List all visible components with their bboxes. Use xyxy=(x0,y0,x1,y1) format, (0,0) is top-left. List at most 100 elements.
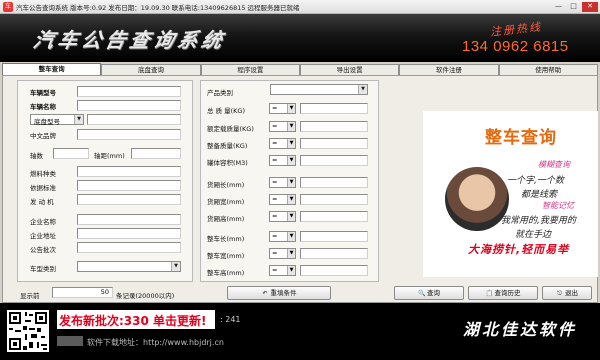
fuel-type-label: 燃料种类 xyxy=(30,170,56,178)
promo-line: 一个字,一个数 xyxy=(507,176,564,186)
chevron-down-icon: ▼ xyxy=(287,249,295,258)
batch-count: : 241 xyxy=(220,315,241,324)
reset-button[interactable]: ↶ 重填条件 xyxy=(227,286,331,300)
operator-value: = xyxy=(272,122,278,130)
close-button[interactable]: ✕ xyxy=(582,2,598,12)
chassis-model-select[interactable]: 底盘型号 ▼ xyxy=(30,114,84,126)
veh-length-operator[interactable]: = ▼ xyxy=(269,231,296,242)
veh-height-operator[interactable]: = ▼ xyxy=(269,265,296,276)
chevron-down-icon: ▼ xyxy=(287,156,295,165)
chevron-down-icon: ▼ xyxy=(171,262,180,271)
update-notice-link[interactable]: 发布新批次:330 单击更新! xyxy=(57,310,215,329)
history-button[interactable]: 📋 查询历史 xyxy=(468,286,538,300)
engine-label: 发 动 机 xyxy=(30,198,54,206)
chevron-down-icon: ▼ xyxy=(287,232,295,241)
promo-line: 模糊查询 xyxy=(538,160,570,169)
minimize-button[interactable]: — xyxy=(552,2,565,12)
results-count-input[interactable]: 50 xyxy=(52,287,113,298)
veh-length-label: 整车长(mm) xyxy=(207,235,245,243)
tank-volume-input[interactable] xyxy=(300,155,368,166)
window-titlebar: 车 汽车公告查询系统 版本号:0.92 发布日期：19.09.30 联系电话:1… xyxy=(0,0,600,14)
operator-value: = xyxy=(272,139,278,147)
fuel-type-input[interactable] xyxy=(77,166,181,177)
promo-title: 整车查询 xyxy=(485,128,557,148)
cargo-width-operator[interactable]: = ▼ xyxy=(269,194,296,205)
logo-icon xyxy=(57,336,83,346)
rated-load-input[interactable] xyxy=(300,121,368,132)
total-mass-operator[interactable]: = ▼ xyxy=(269,103,296,114)
maximize-button[interactable]: □ xyxy=(567,2,580,12)
chevron-down-icon: ▼ xyxy=(287,178,295,187)
update-notice-text: 发布新批次:330 单击更新! xyxy=(59,314,207,328)
chevron-down-icon: ▼ xyxy=(287,266,295,275)
cn-brand-input[interactable] xyxy=(77,129,181,140)
chevron-down-icon: ▼ xyxy=(74,115,83,124)
query-button[interactable]: 🔍 查询 xyxy=(394,286,464,300)
history-button-label: 查询历史 xyxy=(494,289,521,297)
rated-load-operator[interactable]: = ▼ xyxy=(269,121,296,132)
curb-mass-operator[interactable]: = ▼ xyxy=(269,138,296,149)
cargo-width-input[interactable] xyxy=(300,194,368,205)
cargo-height-input[interactable] xyxy=(300,211,368,222)
product-category-label: 产品类别 xyxy=(207,89,233,97)
cargo-length-input[interactable] xyxy=(300,177,368,188)
promo-slogan: 大海捞针,轻而易举 xyxy=(468,243,570,256)
total-mass-label: 总 质 量(KG) xyxy=(207,107,246,115)
operator-value: = xyxy=(272,195,278,203)
chevron-down-icon: ▼ xyxy=(287,212,295,221)
exit-icon: ⎋ xyxy=(557,289,562,297)
operator-value: = xyxy=(272,232,278,240)
curb-mass-label: 整备质量(KG) xyxy=(207,142,248,150)
curb-mass-input[interactable] xyxy=(300,138,368,149)
chevron-down-icon: ▼ xyxy=(287,122,295,131)
promo-line: 就在手边 xyxy=(515,230,552,240)
veh-width-operator[interactable]: = ▼ xyxy=(269,248,296,259)
company-name-label: 企业名称 xyxy=(30,218,56,226)
cargo-height-label: 货厢高(mm) xyxy=(207,215,245,223)
brand-logo-text: 汽车公告查询系统 xyxy=(31,28,229,52)
wheelbase-input[interactable] xyxy=(131,148,181,159)
veh-width-input[interactable] xyxy=(300,248,368,259)
emission-std-input[interactable] xyxy=(77,180,181,191)
exit-button-label: 退出 xyxy=(565,289,578,297)
history-icon: 📋 xyxy=(485,289,493,297)
promo-panel: 整车查询 模糊查询 一个字,一个数 都是线索 智能记忆 我常用的,我要用的 就在… xyxy=(423,111,598,277)
operator-value: = xyxy=(272,212,278,220)
exit-button[interactable]: ⎋ 退出 xyxy=(542,286,592,300)
company-name-input[interactable] xyxy=(77,214,181,225)
axle-count-input[interactable] xyxy=(53,148,89,159)
vehicle-name-input[interactable] xyxy=(77,100,181,111)
vehicle-model-label: 车辆型号 xyxy=(30,89,56,97)
veh-height-label: 整车高(mm) xyxy=(207,269,245,277)
promo-line: 我常用的,我要用的 xyxy=(501,216,576,226)
veh-height-input[interactable] xyxy=(300,265,368,276)
chassis-model-input[interactable] xyxy=(87,114,181,125)
query-button-label: 查询 xyxy=(427,289,440,297)
vehicle-model-input[interactable] xyxy=(77,86,181,97)
tank-volume-operator[interactable]: = ▼ xyxy=(269,155,296,166)
total-mass-input[interactable] xyxy=(300,103,368,114)
reset-button-label: 重填条件 xyxy=(270,289,297,297)
company-addr-input[interactable] xyxy=(77,228,181,239)
product-category-select[interactable]: ▼ xyxy=(270,84,368,95)
company-logo-text: 湖北佳达软件 xyxy=(463,320,578,339)
tank-volume-label: 罐体容积(M3) xyxy=(207,159,248,167)
header-banner: 汽车公告查询系统 注册热线 134 0962 6815 xyxy=(0,14,600,62)
axle-count-label: 轴数 xyxy=(30,152,43,160)
cargo-width-label: 货厢宽(mm) xyxy=(207,198,245,206)
veh-length-input[interactable] xyxy=(300,231,368,242)
emission-std-label: 依据标准 xyxy=(30,184,56,192)
results-count-label: 显示前 xyxy=(20,292,40,300)
vehicle-category-select[interactable]: ▼ xyxy=(77,261,181,272)
engine-input[interactable] xyxy=(77,194,181,205)
download-address-text: 软件下载地址：http://www.hbjdrj.cn xyxy=(87,338,224,347)
chassis-model-select-value: 底盘型号 xyxy=(34,118,60,126)
chevron-down-icon: ▼ xyxy=(358,85,367,94)
cargo-height-operator[interactable]: = ▼ xyxy=(269,211,296,222)
promo-line: 智能记忆 xyxy=(542,201,574,210)
qr-code-icon xyxy=(7,310,49,352)
chevron-down-icon: ▼ xyxy=(287,195,295,204)
batch-input[interactable] xyxy=(77,242,181,253)
operator-value: = xyxy=(272,249,278,257)
cargo-length-operator[interactable]: = ▼ xyxy=(269,177,296,188)
